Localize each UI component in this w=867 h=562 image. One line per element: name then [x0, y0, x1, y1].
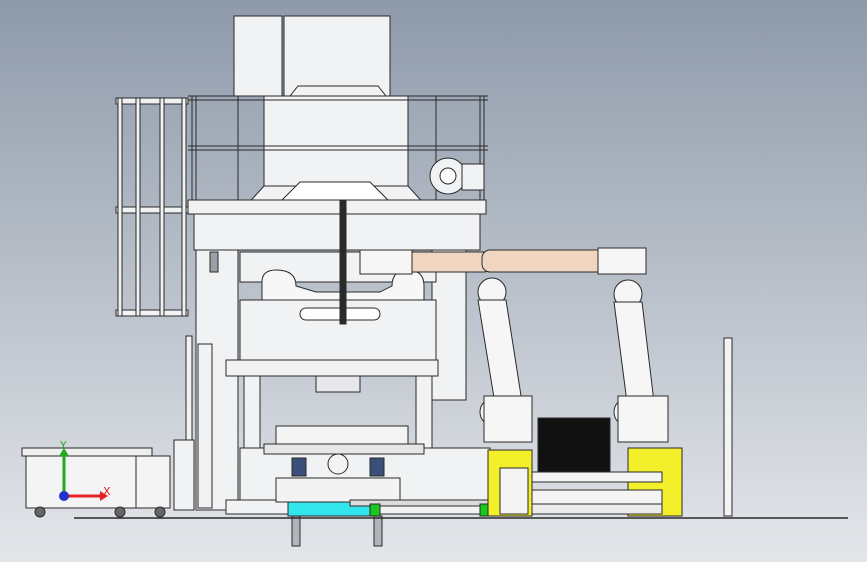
cart-frame [25, 449, 145, 509]
green-clamp-right [479, 503, 489, 517]
press-bolster-beam [225, 359, 439, 377]
die-table [275, 477, 401, 503]
conveyor-base [531, 503, 663, 515]
robot-right-base [617, 395, 669, 443]
material-cart [21, 447, 171, 518]
dark-screen-panel [537, 417, 611, 473]
table-leg-right [373, 515, 383, 547]
light-curtain-post [723, 337, 733, 517]
pedestal-cabinet [499, 467, 529, 515]
conveyor-frame [531, 471, 663, 483]
robot-left-wrist [359, 249, 413, 275]
pump-motor-hub [439, 167, 457, 185]
cart-top-rail [21, 447, 153, 457]
pump-motor-bracket [461, 163, 485, 191]
press-top-housing-right [283, 15, 391, 97]
press-top-housing-left [233, 15, 283, 97]
cart-wheel-3 [154, 506, 166, 518]
cad-press-line-view: X Y [0, 0, 867, 562]
press-crown [187, 199, 487, 215]
die-mid-plate [263, 443, 425, 455]
press-ram-cylinder [315, 375, 361, 393]
conveyor-deck [531, 489, 663, 505]
cart-wheel-1 [34, 506, 46, 518]
access-door [209, 251, 219, 273]
green-clamp-left [369, 503, 381, 517]
press-cylinder-block [263, 95, 409, 187]
triad-x-label: X [103, 485, 111, 498]
press-inner-taper [280, 181, 390, 201]
servo-motor-right [369, 457, 385, 477]
guard-post-left-2 [197, 343, 213, 509]
cart-drawer [135, 455, 171, 509]
press-top-cap [288, 85, 388, 97]
robot-left-base [483, 395, 533, 443]
table-leg-left [291, 515, 301, 547]
cart-wheel-2 [114, 506, 126, 518]
triad-y-label: Y [59, 439, 67, 452]
press-crown-lower [193, 213, 481, 251]
triad-z-axis [59, 491, 69, 501]
guide-rod [339, 199, 347, 325]
servo-motor-left [291, 457, 307, 477]
robot-right-wrist [597, 247, 647, 275]
upper-die-plate [275, 425, 409, 445]
guard-side-panel [173, 439, 195, 511]
die-center-gear [327, 453, 349, 475]
cad-viewport: X Y [0, 0, 867, 562]
